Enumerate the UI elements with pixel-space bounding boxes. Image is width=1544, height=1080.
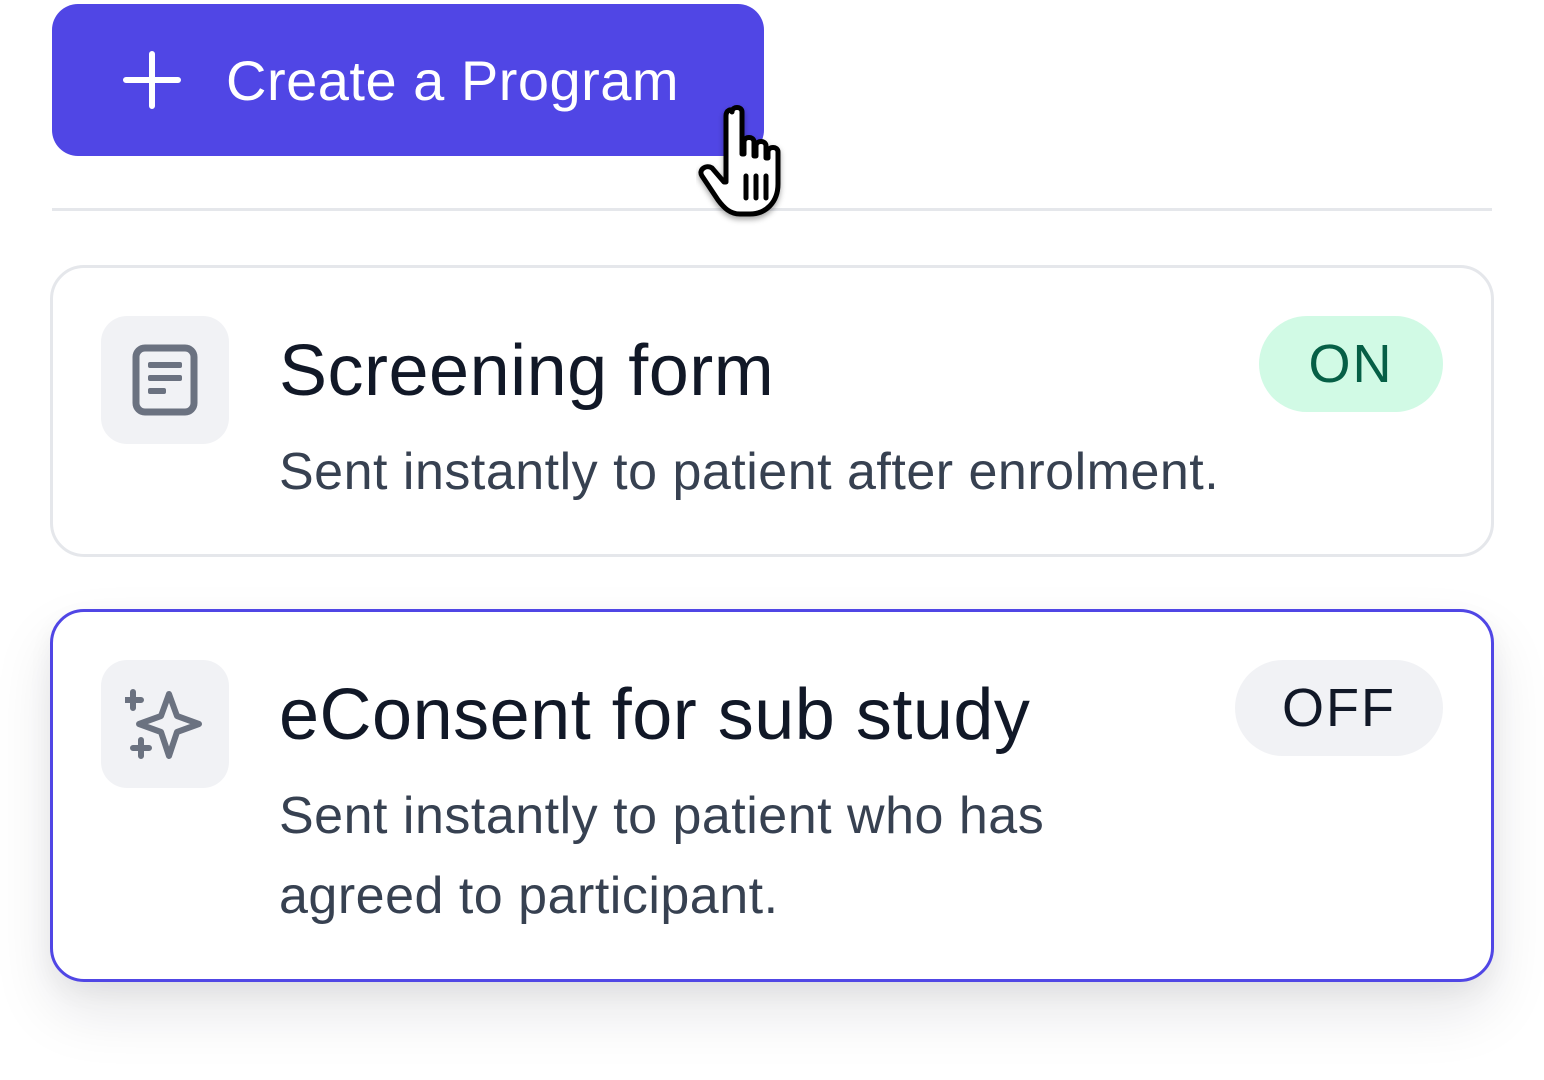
program-description: Sent instantly to patient who has agreed…	[279, 787, 1045, 925]
program-title: Screening form	[279, 331, 775, 411]
programs-panel: Create a Program Screening form Sent ins…	[0, 0, 1544, 1080]
program-card-econsent[interactable]: eConsent for sub study Sent instantly to…	[50, 609, 1494, 982]
sparkles-icon	[125, 689, 202, 759]
create-program-button[interactable]: Create a Program	[52, 4, 764, 156]
status-badge-off[interactable]: OFF	[1235, 660, 1443, 756]
divider	[52, 208, 1492, 211]
create-program-label: Create a Program	[226, 48, 680, 112]
program-title: eConsent for sub study	[279, 675, 1031, 755]
status-badge-on[interactable]: ON	[1259, 316, 1443, 412]
document-form-icon	[132, 344, 198, 416]
program-icon-box	[101, 316, 229, 444]
program-description: Sent instantly to patient after enrolmen…	[279, 443, 1220, 501]
program-icon-box	[101, 660, 229, 788]
plus-icon	[123, 51, 181, 109]
program-card-screening-form[interactable]: Screening form Sent instantly to patient…	[50, 265, 1494, 557]
